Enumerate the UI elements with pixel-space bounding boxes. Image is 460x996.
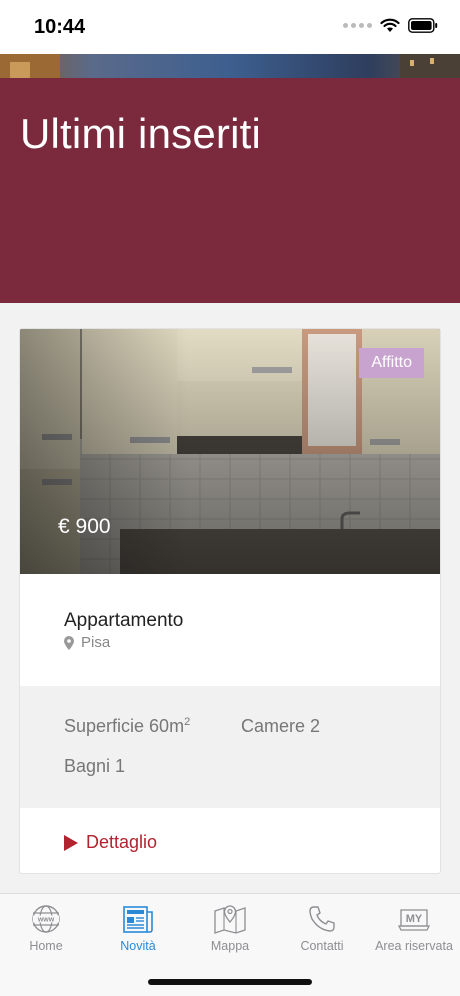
feature-surface-label: Superficie 60m <box>64 716 185 736</box>
page-title: Ultimi inseriti <box>20 110 262 157</box>
feature-surface-unit-sup: 2 <box>184 716 191 728</box>
play-arrow-icon <box>64 834 78 851</box>
feature-rooms: Camere 2 <box>241 716 321 736</box>
status-indicators <box>343 18 438 33</box>
svg-text:MY: MY <box>406 913 423 925</box>
feature-surface: Superficie 60m2 <box>64 716 190 737</box>
tab-mappa[interactable]: Mappa <box>184 894 276 964</box>
detail-link[interactable]: Dettaglio <box>64 832 157 853</box>
home-indicator[interactable] <box>148 979 312 985</box>
listing-card[interactable]: Affitto € 900 Appartamento Pisa Superfic… <box>19 328 441 874</box>
wifi-icon <box>380 18 400 32</box>
header-background-image <box>0 54 460 78</box>
tab-label-mappa: Mappa <box>210 939 250 953</box>
tab-area-riservata[interactable]: MY Area riservata <box>368 894 460 964</box>
listing-photo[interactable]: Affitto € 900 <box>20 329 440 574</box>
listing-price: € 900 <box>58 515 111 538</box>
tab-label-home: Home <box>29 939 63 953</box>
status-time: 10:44 <box>34 16 86 38</box>
rental-badge: Affitto <box>359 348 424 378</box>
tab-label-area-riservata: Area riservata <box>375 939 453 953</box>
my-area-icon: MY <box>398 909 430 931</box>
tab-label-novita: Novità <box>120 939 156 953</box>
listing-info: Appartamento Pisa <box>20 574 440 686</box>
property-type: Appartamento <box>64 610 184 631</box>
tab-contatti[interactable]: Contatti <box>276 894 368 964</box>
tab-label-contatti: Contatti <box>300 939 344 953</box>
svg-text:www: www <box>37 917 55 924</box>
location-pin-icon <box>64 635 74 650</box>
listing-location: Pisa <box>64 634 110 651</box>
map-pin-icon <box>214 905 246 934</box>
globe-www-icon: www <box>32 905 60 933</box>
newspaper-icon <box>123 906 153 933</box>
tab-home[interactable]: www Home <box>0 894 92 964</box>
status-bar: 10:44 <box>0 0 460 54</box>
cellular-signal-icon <box>343 23 372 28</box>
feature-bathrooms: Bagni 1 <box>64 756 126 776</box>
tab-novita[interactable]: Novità <box>92 894 184 964</box>
location-text: Pisa <box>81 634 111 651</box>
phone-icon <box>309 906 335 932</box>
detail-label: Dettaglio <box>86 832 158 852</box>
listing-features: Superficie 60m2 Camere 2 Bagni 1 <box>20 686 440 808</box>
battery-icon <box>408 18 438 33</box>
